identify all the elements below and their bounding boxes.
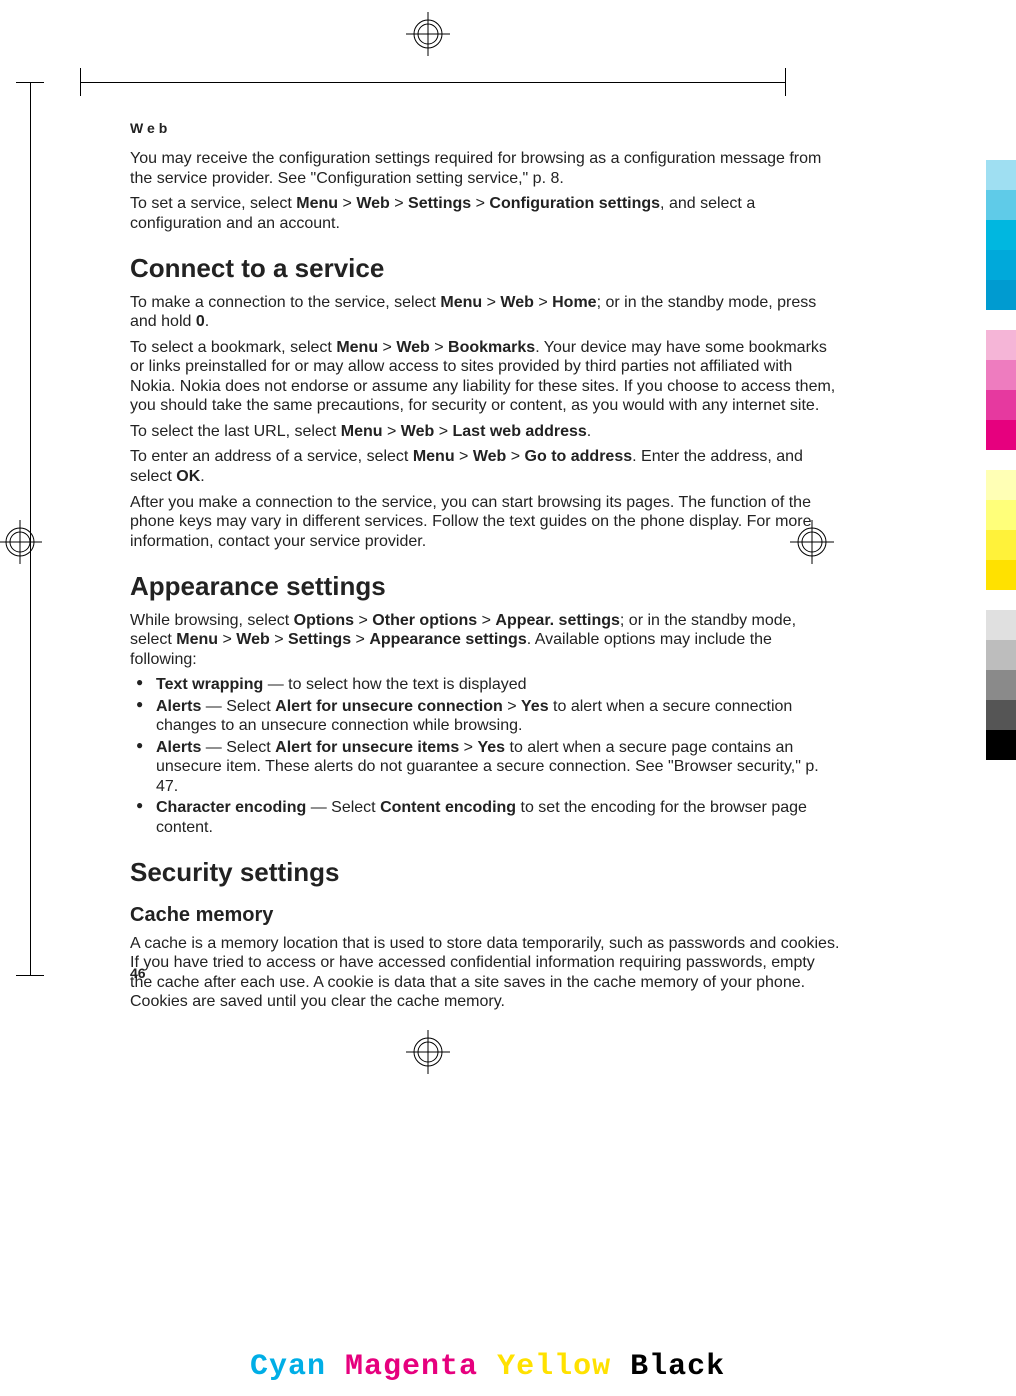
appearance-intro: While browsing, select Options > Other o… (130, 611, 840, 670)
connect-p5: After you make a connection to the servi… (130, 493, 840, 552)
heading-appearance: Appearance settings (130, 571, 840, 603)
list-item: Character encoding — Select Content enco… (130, 798, 840, 837)
page-number: 46 (130, 965, 146, 981)
appearance-list: Text wrapping — to select how the text i… (130, 675, 840, 837)
heading-connect: Connect to a service (130, 253, 840, 285)
heading-security: Security settings (130, 857, 840, 889)
page-header: Web (130, 120, 840, 137)
intro-1: You may receive the configuration settin… (130, 149, 840, 188)
connect-p2: To select a bookmark, select Menu > Web … (130, 338, 840, 416)
cmyk-label: Cyan Magenta Yellow Black (250, 1350, 725, 1384)
subheading-cache: Cache memory (130, 903, 840, 927)
page-content: Web You may receive the configuration se… (130, 120, 840, 1018)
list-item: Alerts — Select Alert for unsecure items… (130, 738, 840, 797)
list-item: Alerts — Select Alert for unsecure conne… (130, 697, 840, 736)
connect-p3: To select the last URL, select Menu > We… (130, 422, 840, 442)
connect-p1: To make a connection to the service, sel… (130, 293, 840, 332)
registration-mark-bottom (406, 1030, 450, 1074)
registration-mark-top (406, 12, 450, 56)
intro-2: To set a service, select Menu > Web > Se… (130, 194, 840, 233)
list-item: Text wrapping — to select how the text i… (130, 675, 840, 695)
cache-p1: A cache is a memory location that is use… (130, 934, 840, 1012)
crop-mark-top (80, 82, 786, 83)
color-bars (986, 160, 1016, 760)
connect-p4: To enter an address of a service, select… (130, 447, 840, 486)
registration-mark-left (0, 520, 42, 564)
